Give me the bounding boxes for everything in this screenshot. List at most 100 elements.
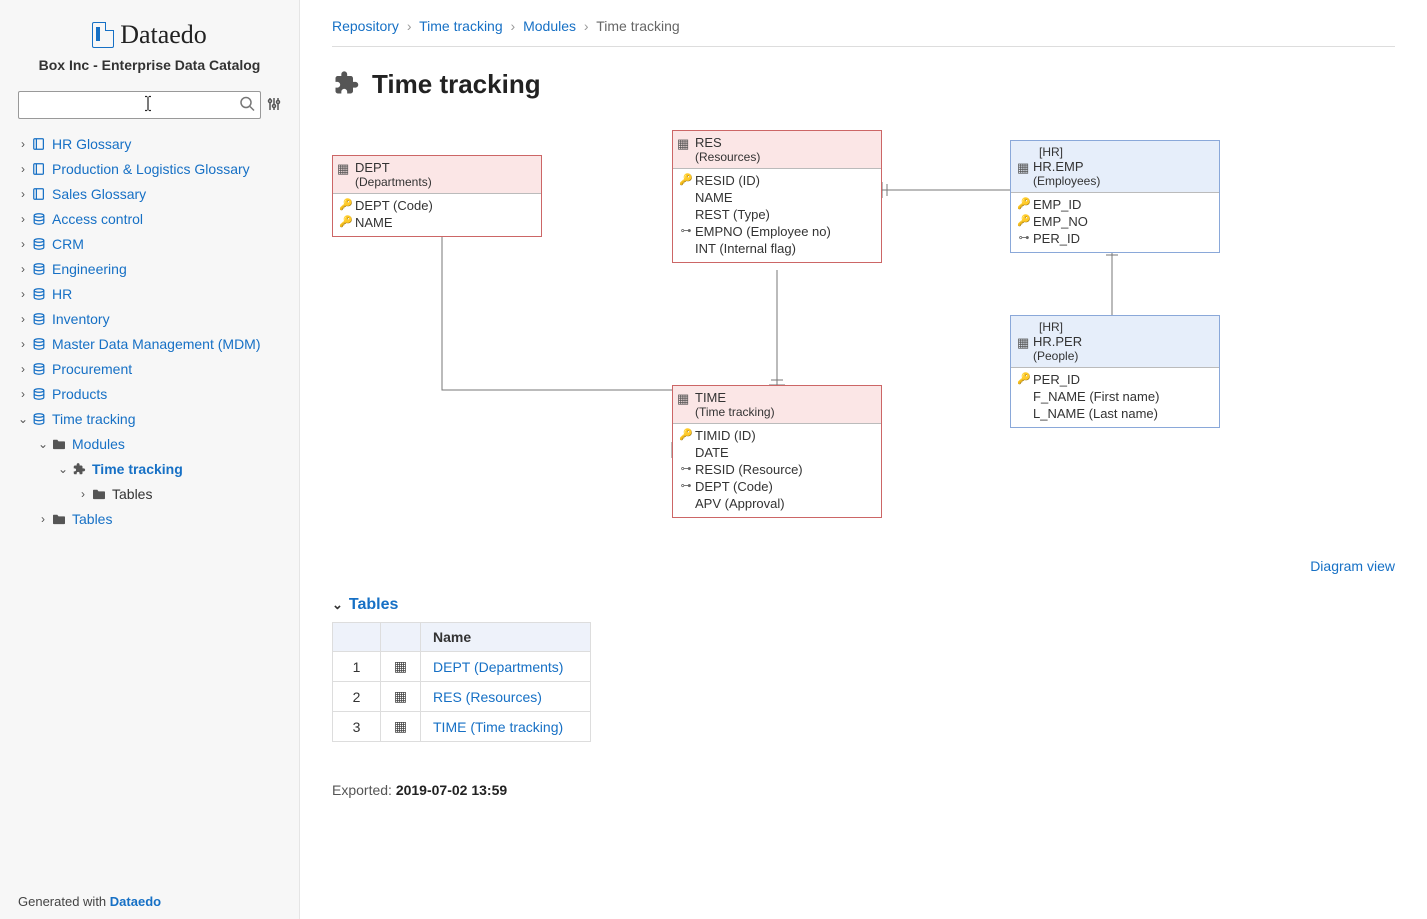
db-icon — [30, 412, 48, 426]
nav-modules[interactable]: ⌄ Modules — [16, 431, 291, 456]
primary-key-icon: 🔑 — [339, 197, 353, 214]
nav-item-label: HR — [52, 286, 72, 302]
chevron-icon: › — [16, 337, 30, 351]
chevron-icon: ⌄ — [56, 462, 70, 476]
table-icon: ▦ — [1017, 160, 1029, 176]
table-icon: ▦ — [1017, 335, 1029, 351]
nav-item[interactable]: › Access control — [16, 206, 291, 231]
column: 🔑NAME — [339, 214, 535, 231]
module-icon — [332, 69, 360, 100]
filter-icon[interactable] — [267, 96, 281, 115]
table-icon: ▦ — [381, 712, 421, 742]
nav-timetracking[interactable]: ⌄Time tracking — [16, 406, 291, 431]
nav-item-label: CRM — [52, 236, 84, 252]
column: ⊶DEPT (Code) — [679, 478, 875, 495]
db-icon — [30, 312, 48, 326]
db-icon — [30, 212, 48, 226]
primary-key-icon: 🔑 — [679, 427, 693, 444]
db-icon — [30, 337, 48, 351]
tables-section-header[interactable]: ⌄ Tables — [332, 596, 1395, 614]
nav-item[interactable]: › Master Data Management (MDM) — [16, 331, 291, 356]
entity-dept[interactable]: ▦ DEPT (Departments) 🔑DEPT (Code)🔑NAME — [332, 155, 542, 237]
foreign-key-icon: ⊶ — [679, 478, 693, 495]
nav-module-tables[interactable]: › Tables — [16, 481, 291, 506]
tables-list: Name 1▦DEPT (Departments)2▦RES (Resource… — [332, 622, 591, 742]
chevron-down-icon: ⌄ — [332, 597, 343, 613]
chevron-icon: › — [16, 187, 30, 201]
nav-item[interactable]: › Engineering — [16, 256, 291, 281]
chevron-icon: › — [76, 487, 90, 501]
column: 🔑PER_ID — [1017, 371, 1213, 388]
logo-text: Dataedo — [120, 20, 207, 50]
entity-time[interactable]: ▦ TIME (Time tracking) 🔑TIMID (ID)DATE⊶R… — [672, 385, 882, 518]
chevron-icon: › — [16, 137, 30, 151]
nav-item[interactable]: ›CRM — [16, 231, 291, 256]
nav-item[interactable]: › HR — [16, 281, 291, 306]
chevron-icon: › — [36, 512, 50, 526]
table-link[interactable]: TIME (Time tracking) — [433, 719, 563, 735]
column: ⊶PER_ID — [1017, 230, 1213, 247]
logo: Dataedo — [0, 20, 299, 51]
crumb-modules[interactable]: Modules — [523, 18, 576, 34]
crumb-current: Time tracking — [596, 18, 680, 34]
table-row: 1▦DEPT (Departments) — [333, 652, 591, 682]
diagram-view-link[interactable]: Diagram view — [1310, 558, 1395, 574]
column: DATE — [679, 444, 875, 461]
nav-item-label: Modules — [72, 436, 125, 452]
primary-key-icon: 🔑 — [679, 172, 693, 189]
chevron-icon: › — [16, 287, 30, 301]
column: INT (Internal flag) — [679, 240, 875, 257]
foreign-key-icon: ⊶ — [1017, 230, 1031, 247]
footer-brand-link[interactable]: Dataedo — [110, 894, 161, 909]
nav-item-label: Tables — [112, 486, 152, 502]
nav-item-label: Time tracking — [92, 461, 183, 477]
crumb-repository[interactable]: Repository — [332, 18, 399, 34]
entity-hr-per[interactable]: [HR] ▦ HR.PER (People) 🔑PER_IDF_NAME (Fi… — [1010, 315, 1220, 428]
nav-item-label: Master Data Management (MDM) — [52, 336, 261, 352]
main: Repository › Time tracking › Modules › T… — [300, 0, 1427, 919]
table-link[interactable]: RES (Resources) — [433, 689, 542, 705]
nav-item-label: Procurement — [52, 361, 132, 377]
nav-item-label: Access control — [52, 211, 143, 227]
search — [18, 91, 261, 119]
nav-item[interactable]: ›Production & Logistics Glossary — [16, 156, 291, 181]
nav-root-tables[interactable]: › Tables — [16, 506, 291, 531]
search-icon[interactable] — [239, 96, 255, 115]
column: F_NAME (First name) — [1017, 388, 1213, 405]
chevron-icon: › — [16, 212, 30, 226]
nav-item[interactable]: ›Sales Glossary — [16, 181, 291, 206]
column: NAME — [679, 189, 875, 206]
page-title: Time tracking — [372, 69, 541, 100]
column: 🔑DEPT (Code) — [339, 197, 535, 214]
column: REST (Type) — [679, 206, 875, 223]
search-input[interactable] — [18, 91, 261, 119]
db-icon — [30, 262, 48, 276]
folder-icon — [50, 513, 68, 525]
db-icon — [30, 362, 48, 376]
chevron-icon: › — [16, 262, 30, 276]
primary-key-icon: 🔑 — [1017, 196, 1031, 213]
db-icon — [30, 237, 48, 251]
entity-res[interactable]: ▦ RES (Resources) 🔑RESID (ID)NAMEREST (T… — [672, 130, 882, 263]
crumb-timetracking[interactable]: Time tracking — [419, 18, 503, 34]
table-row: 3▦TIME (Time tracking) — [333, 712, 591, 742]
chevron-icon: › — [16, 162, 30, 176]
chevron-icon: ⌄ — [36, 437, 50, 451]
logo-icon — [92, 22, 114, 48]
nav-item[interactable]: ›Products — [16, 381, 291, 406]
nav-item[interactable]: ›HR Glossary — [16, 131, 291, 156]
book-icon — [30, 162, 48, 176]
sidebar: Dataedo Box Inc - Enterprise Data Catalo… — [0, 0, 300, 919]
table-link[interactable]: DEPT (Departments) — [433, 659, 563, 675]
nav-item[interactable]: ›Inventory — [16, 306, 291, 331]
folder-icon — [50, 438, 68, 450]
entity-hr-emp[interactable]: [HR] ▦ HR.EMP (Employees) 🔑EMP_ID🔑EMP_NO… — [1010, 140, 1220, 253]
nav-item-label: Inventory — [52, 311, 110, 327]
table-icon: ▦ — [677, 391, 689, 407]
nav-item-label: Engineering — [52, 261, 127, 277]
column: 🔑RESID (ID) — [679, 172, 875, 189]
table-icon: ▦ — [677, 136, 689, 152]
nav-item-label: Tables — [72, 511, 112, 527]
nav-item[interactable]: ›Procurement — [16, 356, 291, 381]
nav-module-timetracking[interactable]: ⌄ Time tracking — [16, 456, 291, 481]
